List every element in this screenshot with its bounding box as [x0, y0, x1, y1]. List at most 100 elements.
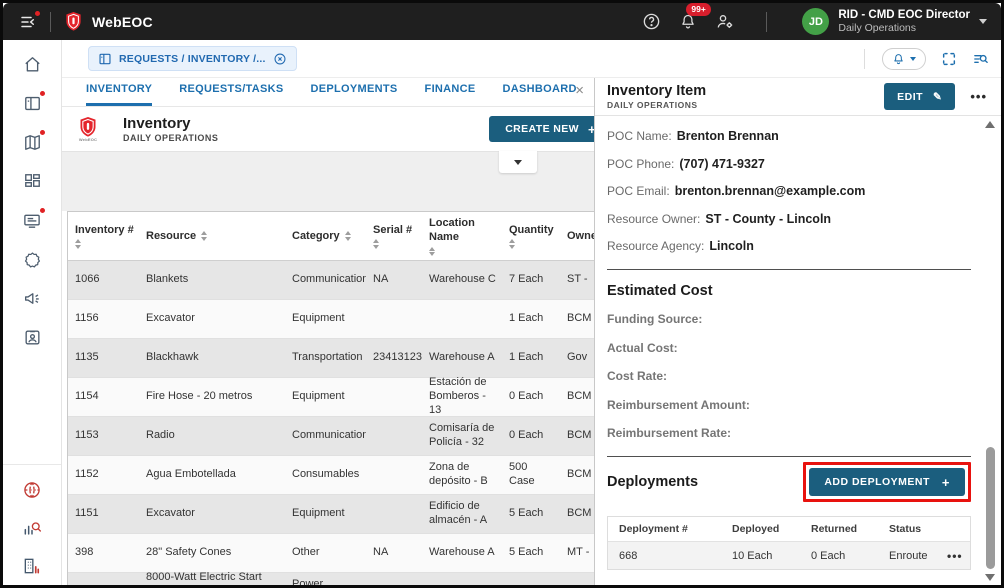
globe-icon — [22, 480, 42, 500]
tab-deployments[interactable]: DEPLOYMENTS — [311, 83, 398, 106]
column-header-owner[interactable]: Owner — [560, 225, 594, 247]
dep-column-deployed: Deployed — [721, 523, 800, 535]
add-deployment-button[interactable]: ADD DEPLOYMENT + — [809, 468, 965, 496]
sidebar-item-plugins[interactable] — [21, 248, 43, 270]
column-header-location[interactable]: Location Name — [422, 212, 502, 260]
inventory-table: Inventory # Resource Category Serial # L… — [67, 211, 594, 585]
deployment-row[interactable]: 668 10 Each 0 Each Enroute ••• — [608, 542, 970, 569]
annotation-highlight-box: ADD DEPLOYMENT + — [803, 462, 971, 502]
table-row[interactable]: 1151ExcavatorEquipmentEdificio de almacé… — [68, 495, 594, 534]
column-header-inventory-number[interactable]: Inventory # — [68, 219, 139, 253]
sidebar-item-analytics[interactable] — [21, 517, 43, 539]
scroll-down-arrow-icon[interactable] — [985, 574, 995, 581]
status-notification-dot — [39, 207, 46, 214]
scroll-up-arrow-icon[interactable] — [985, 121, 995, 128]
menu-notification-dot — [34, 10, 41, 17]
field-reimbursement-rate: Reimbursement Rate: — [607, 426, 971, 440]
sidebar-item-status-board[interactable] — [21, 209, 43, 231]
panel-close-button[interactable]: × — [575, 83, 584, 98]
sidebar-item-contacts[interactable] — [21, 326, 43, 348]
user-menu[interactable]: JD RID - CMD EOC Director Daily Operatio… — [802, 8, 987, 36]
close-circle-icon[interactable] — [273, 52, 287, 66]
topbar: WebEOC 99+ JD RID - CMD EOC Director Dai… — [3, 3, 1001, 40]
sidebar-item-home[interactable] — [21, 53, 43, 75]
panel-more-menu-button[interactable]: ••• — [968, 88, 989, 105]
column-header-quantity[interactable]: Quantity — [502, 219, 560, 253]
create-new-button[interactable]: CREATE NEW + — [489, 116, 594, 142]
column-header-resource[interactable]: Resource — [139, 225, 285, 247]
table-row[interactable]: 1153RadioCommunicationsComisaría de Poli… — [68, 417, 594, 456]
sidebar-item-maps[interactable] — [21, 131, 43, 153]
plus-icon: + — [588, 123, 594, 136]
sidebar-item-web[interactable] — [21, 479, 43, 501]
help-icon — [642, 12, 661, 31]
map-icon — [23, 133, 42, 152]
sort-icon — [429, 247, 435, 257]
board-search-button[interactable] — [972, 51, 989, 67]
list-search-icon — [972, 51, 989, 67]
workspace-tab[interactable]: REQUESTS / INVENTORY /... — [88, 46, 297, 71]
sort-icon — [373, 239, 379, 249]
board-title: Inventory — [123, 115, 218, 133]
field-cost-rate: Cost Rate: — [607, 369, 971, 383]
sidebar-item-boards[interactable] — [21, 92, 43, 114]
building-chart-icon — [22, 556, 42, 576]
board-area: INVENTORY REQUESTS/TASKS DEPLOYMENTS FIN… — [62, 78, 594, 585]
tab-dashboard[interactable]: DASHBOARD — [503, 83, 577, 106]
deployment-actions-button[interactable]: ••• — [947, 550, 972, 562]
user-gear-icon — [715, 12, 735, 31]
column-header-category[interactable]: Category — [285, 225, 366, 247]
sidebar-item-alerts[interactable] — [21, 287, 43, 309]
table-row[interactable]: 1154Fire Hose - 20 metrosEquipmentEstaci… — [68, 378, 594, 417]
create-new-label: CREATE NEW — [505, 123, 579, 135]
fullscreen-button[interactable] — [941, 51, 957, 67]
notification-settings-button[interactable] — [882, 48, 926, 70]
webeoc-logo-icon — [64, 11, 83, 32]
deployments-table-header: Deployment # Deployed Returned Status — [608, 517, 970, 542]
deployments-heading: Deployments — [607, 474, 698, 490]
field-poc-email: POC Email:brenton.brennan@example.com — [607, 184, 971, 198]
dep-column-number: Deployment # — [608, 523, 721, 535]
board-subtitle: DAILY OPERATIONS — [123, 133, 218, 144]
table-row[interactable]: 39828" Safety ConesOtherNAWarehouse A5 E… — [68, 534, 594, 573]
tab-requests-tasks[interactable]: REQUESTS/TASKS — [179, 83, 283, 106]
help-button[interactable] — [642, 12, 661, 31]
sort-icon — [75, 239, 81, 249]
table-row[interactable]: 1152Agua EmbotelladaConsumablesZona de d… — [68, 456, 594, 495]
table-row[interactable]: 1156ExcavatorEquipment1 EachBCM — [68, 300, 594, 339]
board-logo: WebEOC — [75, 116, 101, 142]
filter-expand-button[interactable] — [499, 151, 537, 173]
detail-panel-body: POC Name:Brenton Brennan POC Phone:(707)… — [595, 116, 1001, 585]
table-row[interactable]: 11008000-Watt Electric Start Gas Powered… — [68, 573, 594, 585]
sidebar-item-organization[interactable] — [21, 555, 43, 577]
badge-star-icon — [23, 250, 42, 269]
collapse-menu-button[interactable] — [19, 13, 37, 31]
section-divider — [607, 456, 971, 457]
panel-scrollbar[interactable] — [984, 121, 996, 581]
field-actual-cost: Actual Cost: — [607, 341, 971, 355]
sidebar-item-apps[interactable] — [21, 170, 43, 192]
sidebar — [3, 40, 62, 585]
edit-button-label: EDIT — [897, 91, 923, 103]
inventory-table-header: Inventory # Resource Category Serial # L… — [68, 212, 594, 261]
bell-icon — [892, 52, 905, 66]
scrollbar-thumb[interactable] — [986, 447, 995, 569]
edit-button[interactable]: EDIT ✎ — [884, 83, 955, 110]
tab-finance[interactable]: FINANCE — [425, 83, 476, 106]
user-admin-button[interactable] — [715, 12, 735, 31]
panel-title: Inventory Item — [607, 83, 706, 100]
table-row[interactable]: 1135BlackhawkTransportation23413123Wareh… — [68, 339, 594, 378]
detail-panel-header: Inventory Item DAILY OPERATIONS EDIT ✎ •… — [595, 78, 1001, 116]
tab-inventory[interactable]: INVENTORY — [86, 83, 152, 106]
caret-down-icon — [514, 160, 522, 165]
contact-card-icon — [23, 328, 42, 347]
notifications-button[interactable]: 99+ — [679, 12, 697, 31]
pencil-icon: ✎ — [933, 91, 942, 103]
table-row[interactable]: 1066BlanketsCommunicationsNAWarehouse C7… — [68, 261, 594, 300]
chart-search-icon — [22, 518, 42, 538]
user-role: RID - CMD EOC Director — [838, 8, 970, 22]
app-title: WebEOC — [92, 14, 153, 30]
field-poc-name: POC Name:Brenton Brennan — [607, 129, 971, 143]
board-header: WebEOC Inventory DAILY OPERATIONS CREATE… — [62, 107, 594, 151]
column-header-serial[interactable]: Serial # — [366, 219, 422, 253]
